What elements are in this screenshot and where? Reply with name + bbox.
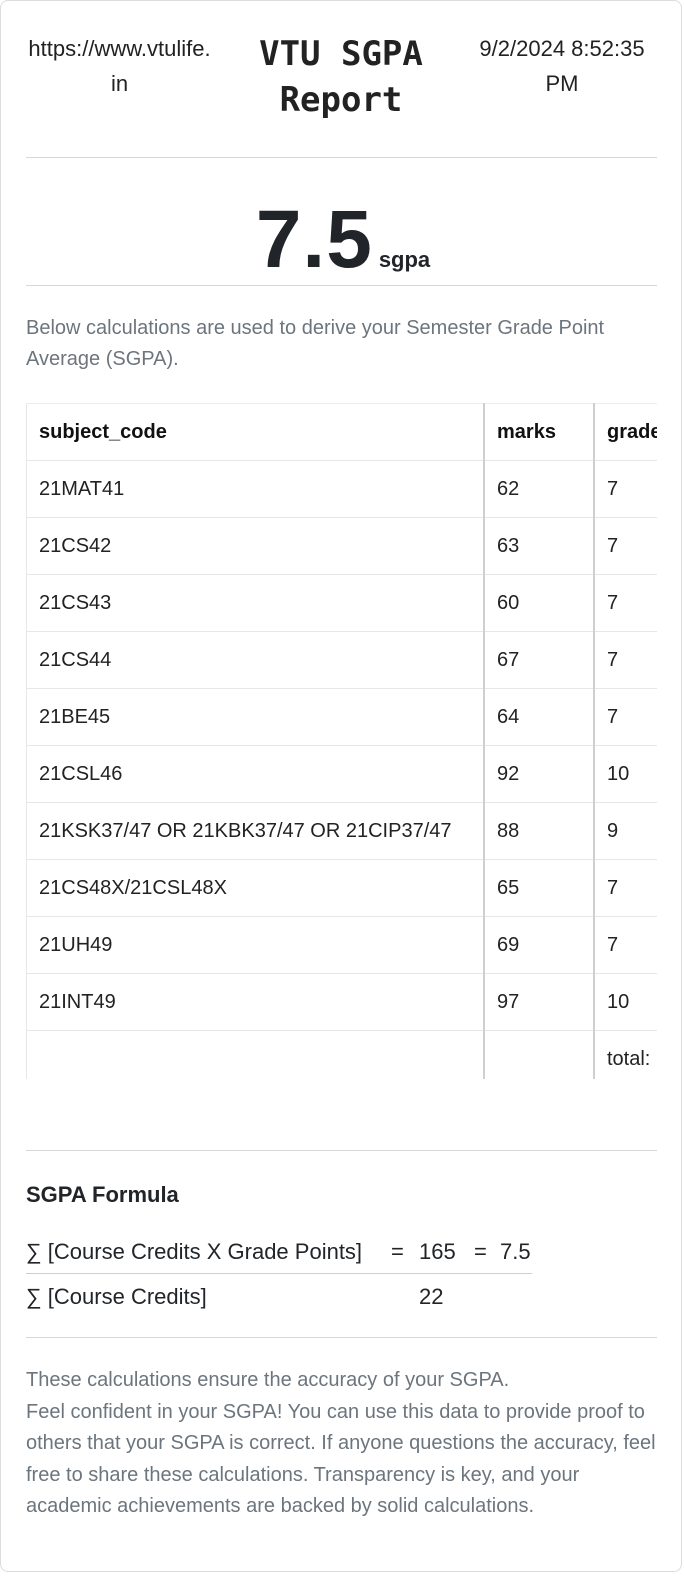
marks-table-container[interactable]: subject_code marks grade credits 21MAT41… — [26, 403, 657, 1079]
divider — [26, 285, 657, 286]
weighted-total: 165 — [419, 1239, 456, 1264]
report-header: https://www.vtulife.in VTU SGPA Report 9… — [26, 31, 657, 126]
formula-title: SGPA Formula — [26, 1182, 179, 1207]
report-timestamp: 9/2/2024 8:52:35 PM — [479, 36, 645, 96]
cell-grade: 10 — [593, 745, 657, 803]
sgpa-score: 7.5 sgpa — [1, 199, 681, 281]
divider — [26, 1150, 657, 1151]
cell-subject-code: 21CS43 — [26, 574, 484, 632]
cell-subject-code: 21INT49 — [26, 973, 484, 1031]
table-row: 21BE45 64 7 2 — [26, 688, 657, 746]
cell-marks: 92 — [483, 745, 594, 803]
table-row: 21KSK37/47 OR 21KBK37/47 OR 21CIP37/47 8… — [26, 802, 657, 860]
site-url[interactable]: https://www.vtulife.in — [26, 31, 213, 101]
column-header-subject-code: subject_code — [26, 403, 484, 461]
cell-grade: 7 — [593, 631, 657, 689]
divider — [26, 1337, 657, 1338]
cell-subject-code: 21UH49 — [26, 916, 484, 974]
report-card: https://www.vtulife.in VTU SGPA Report 9… — [0, 0, 682, 1572]
intro-text: Below calculations are used to derive yo… — [26, 317, 605, 370]
cell-grade: 9 — [593, 802, 657, 860]
cell-empty — [26, 1030, 484, 1079]
page-title: VTU SGPA Report — [259, 34, 423, 120]
cell-marks: 63 — [483, 517, 594, 575]
footer-line-1: These calculations ensure the accuracy o… — [26, 1369, 510, 1391]
cell-marks: 60 — [483, 574, 594, 632]
marks-table: subject_code marks grade credits 21MAT41… — [26, 403, 657, 1079]
table-total-row: total: 22 — [26, 1030, 657, 1079]
credits-total: 22 — [419, 1284, 444, 1309]
formula-numerator: ∑ [Course Credits X Grade Points] — [26, 1239, 363, 1264]
cell-subject-code: 21CSL46 — [26, 745, 484, 803]
table-row: 21CSL46 92 10 1 — [26, 745, 657, 803]
equals-sign: = — [474, 1239, 487, 1264]
cell-grade: 7 — [593, 574, 657, 632]
equals-sign: = — [391, 1239, 404, 1264]
cell-empty — [483, 1030, 594, 1079]
formula-result: 7.5 — [500, 1239, 531, 1264]
table-row: 21CS42 63 7 4 — [26, 517, 657, 575]
cell-marks: 67 — [483, 631, 594, 689]
cell-marks: 69 — [483, 916, 594, 974]
cell-subject-code: 21MAT41 — [26, 460, 484, 518]
total-label: total: — [593, 1030, 657, 1079]
cell-grade: 7 — [593, 517, 657, 575]
cell-marks: 62 — [483, 460, 594, 518]
table-row: 21INT49 97 10 2 — [26, 973, 657, 1031]
column-header-grade: grade — [593, 403, 657, 461]
sgpa-value: 7.5 — [255, 194, 373, 285]
footer-line-2: Feel confident in your SGPA! You can use… — [26, 1400, 656, 1518]
cell-grade: 10 — [593, 973, 657, 1031]
cell-marks: 88 — [483, 802, 594, 860]
formula-denominator: ∑ [Course Credits] — [26, 1284, 207, 1309]
sgpa-formula: ∑ [Course Credits X Grade Points] = 165 … — [26, 1239, 546, 1319]
cell-grade: 7 — [593, 859, 657, 917]
cell-marks: 65 — [483, 859, 594, 917]
cell-marks: 97 — [483, 973, 594, 1031]
table-row: 21CS43 60 7 4 — [26, 574, 657, 632]
divider — [26, 157, 657, 158]
table-row: 21MAT41 62 7 3 — [26, 460, 657, 518]
cell-grade: 7 — [593, 688, 657, 746]
cell-subject-code: 21CS44 — [26, 631, 484, 689]
cell-grade: 7 — [593, 916, 657, 974]
table-header-row: subject_code marks grade credits — [26, 403, 657, 461]
table-row: 21UH49 69 7 1 — [26, 916, 657, 974]
table-row: 21CS48X/21CSL48X 65 7 1 — [26, 859, 657, 917]
cell-grade: 7 — [593, 460, 657, 518]
column-header-marks: marks — [483, 403, 594, 461]
fraction-line — [26, 1273, 532, 1274]
cell-subject-code: 21CS42 — [26, 517, 484, 575]
sgpa-unit: sgpa — [378, 247, 431, 272]
cell-subject-code: 21KSK37/47 OR 21KBK37/47 OR 21CIP37/47 — [26, 802, 484, 860]
table-row: 21CS44 67 7 3 — [26, 631, 657, 689]
cell-subject-code: 21CS48X/21CSL48X — [26, 859, 484, 917]
cell-subject-code: 21BE45 — [26, 688, 484, 746]
cell-marks: 64 — [483, 688, 594, 746]
footer-text: These calculations ensure the accuracy o… — [26, 1365, 657, 1523]
